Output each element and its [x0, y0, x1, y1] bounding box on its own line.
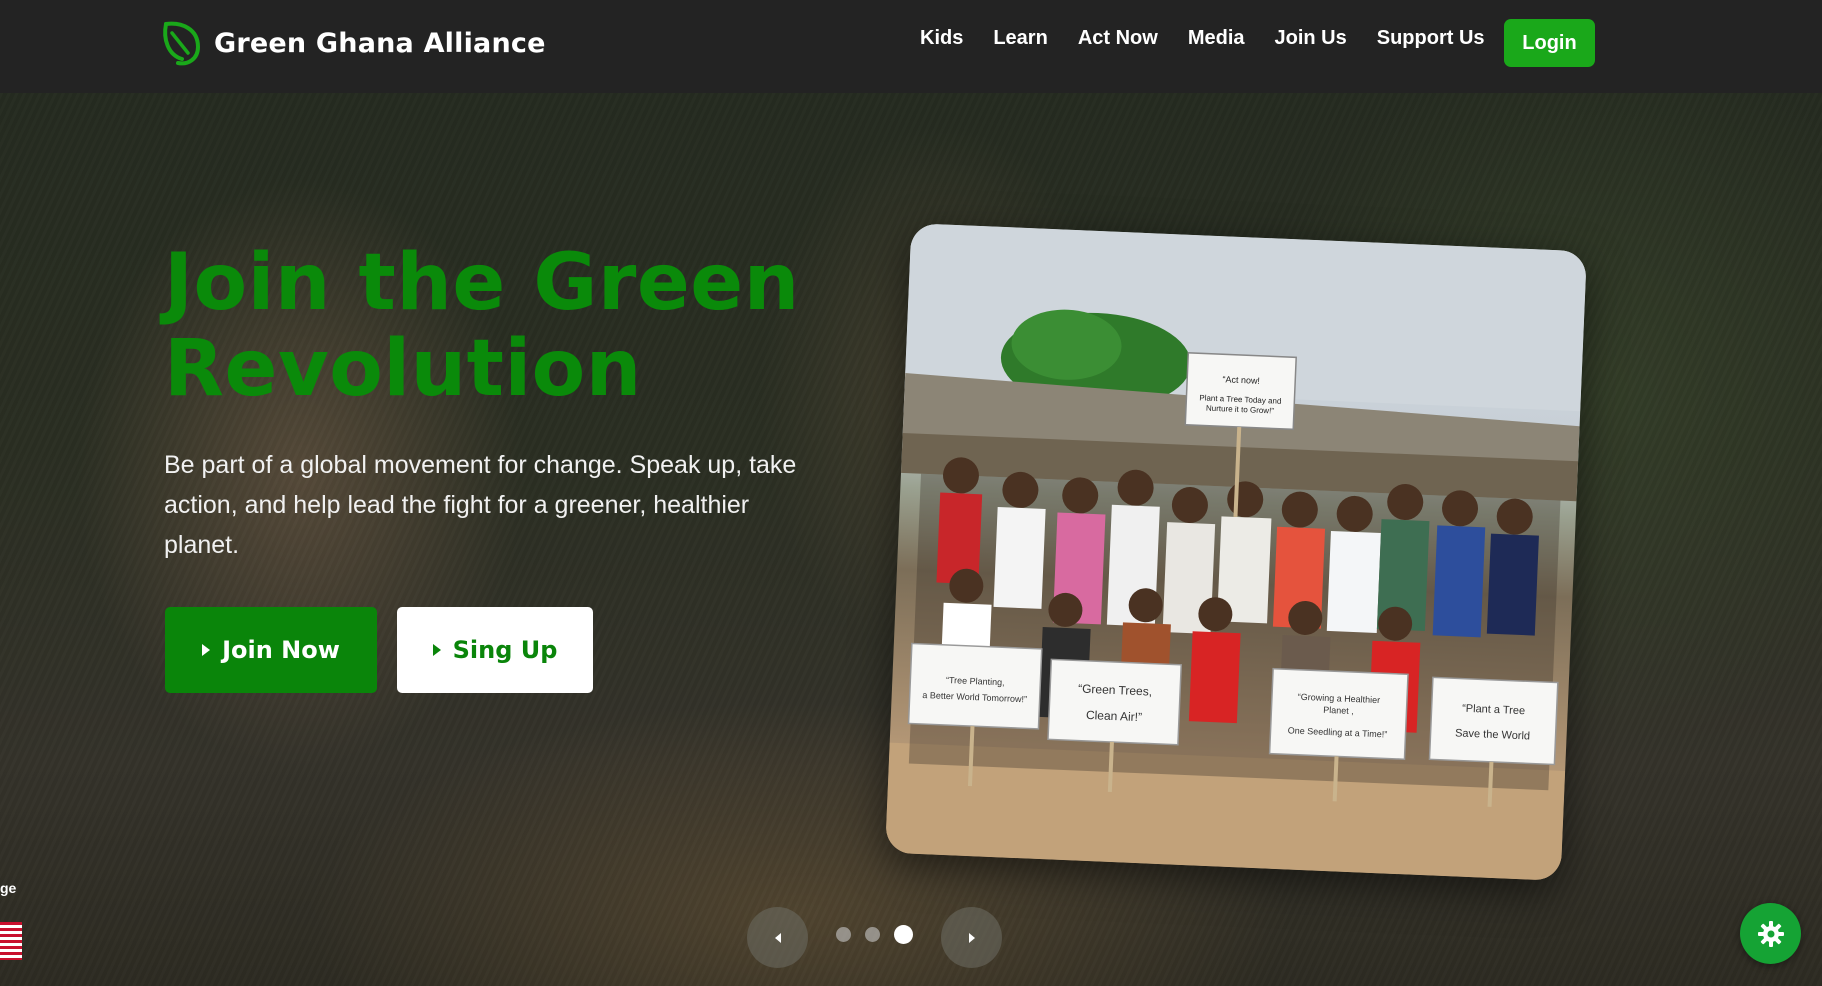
nav-link-media[interactable]: Media [1188, 27, 1245, 50]
hero-group-photo: “Act now! Plant a Tree Today and Nurture… [885, 223, 1587, 881]
slider-dots [836, 925, 913, 944]
settings-button[interactable] [1740, 903, 1801, 964]
join-now-label: Join Now [222, 636, 340, 664]
sign-text: “Act now! [1222, 374, 1260, 386]
hero-title-line-1: Join the Green [164, 238, 800, 328]
slider-prev-button[interactable] [747, 907, 808, 968]
main-nav: Kids Learn Act Now Media Join Us Support… [920, 18, 1485, 58]
sign-text: Planet , [1323, 705, 1354, 716]
group-photo-illustration: “Act now! Plant a Tree Today and Nurture… [885, 223, 1587, 881]
slider-dot-3[interactable] [894, 925, 913, 944]
nav-link-support-us[interactable]: Support Us [1377, 27, 1485, 50]
hero-title-line-2: Revolution [164, 324, 642, 414]
gear-icon [1757, 920, 1784, 947]
slider-dot-2[interactable] [865, 927, 880, 942]
play-caret-icon [202, 644, 211, 656]
sign-text: “Plant a Tree [1462, 703, 1525, 718]
brand-name: Green Ghana Alliance [214, 27, 546, 59]
hero-subtitle: Be part of a global movement for change.… [164, 451, 797, 559]
brand-logo-link[interactable]: Green Ghana Alliance [158, 18, 546, 68]
nav-link-join-us[interactable]: Join Us [1275, 27, 1347, 50]
slider-next-button[interactable] [941, 907, 1002, 968]
chevron-right-icon [968, 932, 975, 943]
login-button[interactable]: Login [1504, 19, 1595, 67]
nav-link-learn[interactable]: Learn [993, 27, 1047, 50]
join-now-button[interactable]: Join Now [165, 607, 377, 693]
chevron-left-icon [774, 932, 781, 943]
play-caret-icon [432, 644, 441, 656]
hero-title: Join the Green Revolution [164, 240, 864, 412]
nav-link-kids[interactable]: Kids [920, 27, 963, 50]
sign-up-button[interactable]: Sing Up [397, 607, 593, 693]
slider-dot-1[interactable] [836, 927, 851, 942]
sign-up-label: Sing Up [452, 636, 558, 664]
leaf-logo-icon [163, 21, 201, 66]
us-flag-icon[interactable] [0, 922, 22, 960]
sign-text: Clean Air!” [1086, 708, 1143, 724]
nav-link-act-now[interactable]: Act Now [1078, 27, 1158, 50]
language-label: ge [0, 880, 17, 896]
top-navbar: Green Ghana Alliance Kids Learn Act Now … [0, 0, 1822, 93]
